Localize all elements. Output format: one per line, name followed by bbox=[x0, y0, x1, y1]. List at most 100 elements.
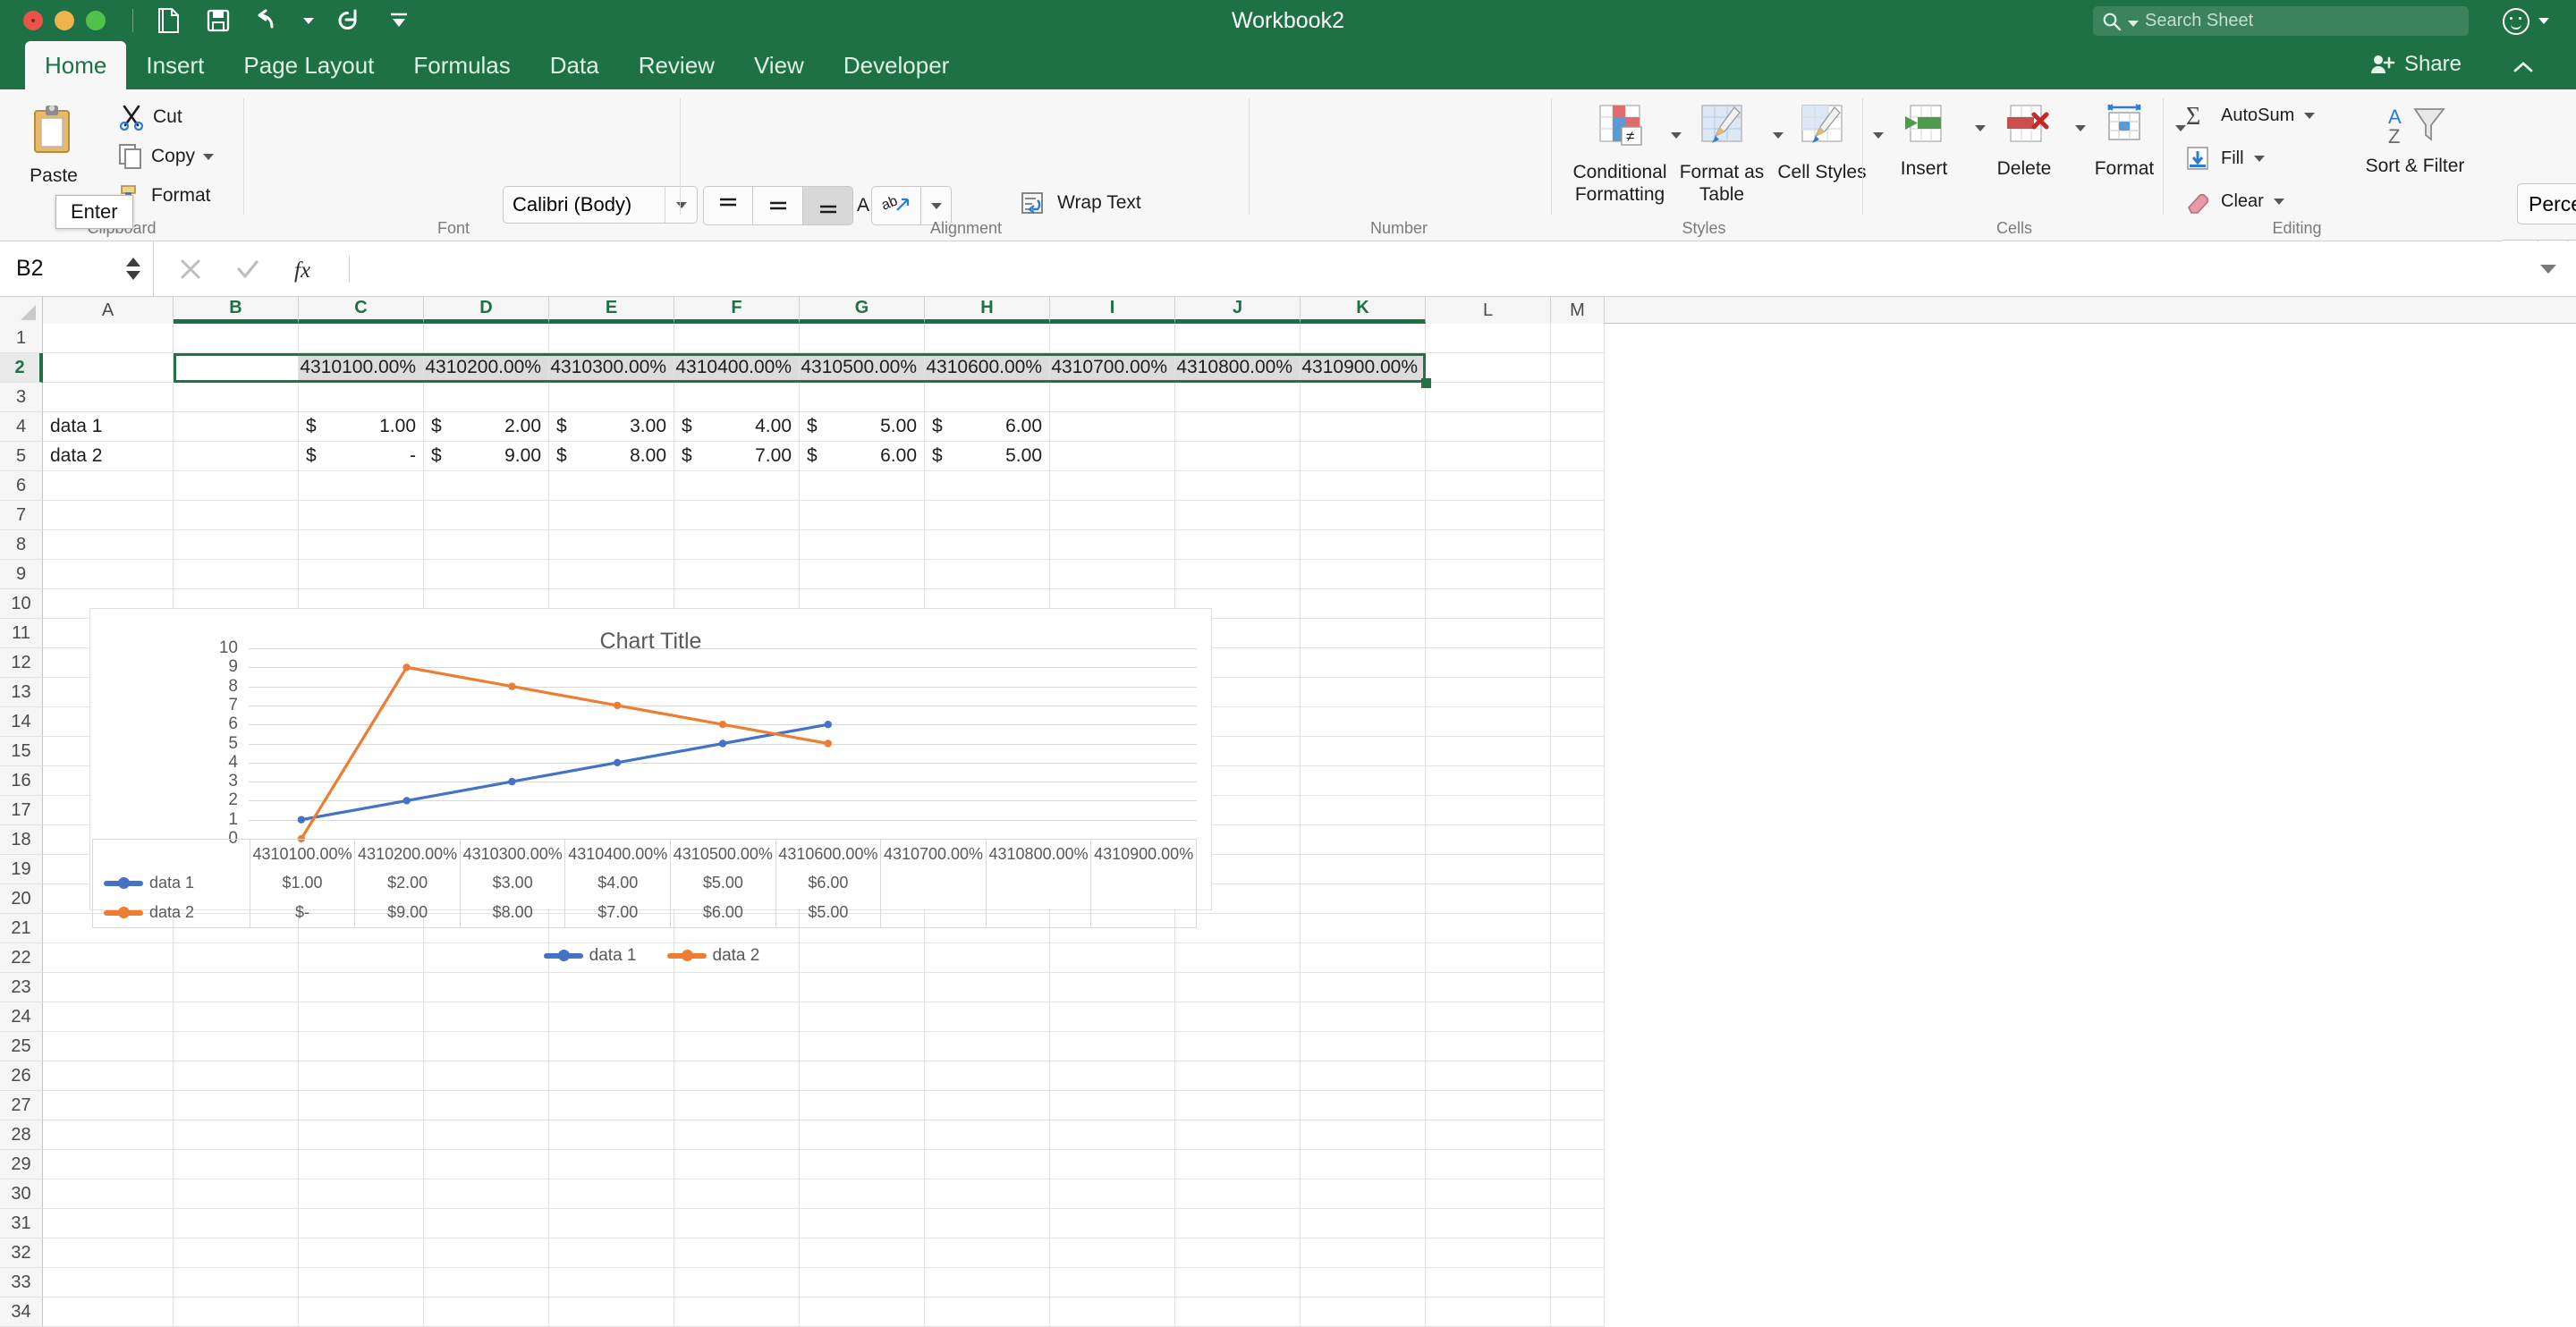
cell-K7[interactable] bbox=[1301, 501, 1426, 530]
cell-J29[interactable] bbox=[1175, 1150, 1301, 1179]
cell-M23[interactable] bbox=[1551, 973, 1605, 1002]
cell-I28[interactable] bbox=[1050, 1120, 1175, 1150]
clear-button[interactable]: Clear bbox=[2184, 188, 2284, 215]
cell-M26[interactable] bbox=[1551, 1061, 1605, 1091]
cell-G25[interactable] bbox=[800, 1032, 925, 1061]
customize-toolbar-icon[interactable] bbox=[384, 5, 414, 36]
cell-L16[interactable] bbox=[1426, 766, 1551, 796]
row-header-18[interactable]: 18 bbox=[0, 825, 43, 855]
cell-D27[interactable] bbox=[424, 1091, 549, 1120]
cell-B27[interactable] bbox=[174, 1091, 299, 1120]
cell-I7[interactable] bbox=[1050, 501, 1175, 530]
cell-K26[interactable] bbox=[1301, 1061, 1426, 1091]
cell-E2[interactable]: 4310300.00% bbox=[549, 353, 674, 383]
cell-B5[interactable] bbox=[174, 442, 299, 471]
cell-J8[interactable] bbox=[1175, 530, 1301, 560]
cell-J7[interactable] bbox=[1175, 501, 1301, 530]
tab-page-layout[interactable]: Page Layout bbox=[224, 41, 394, 89]
wrap-text-button[interactable]: Wrap Text bbox=[1020, 190, 1141, 216]
cell-K34[interactable] bbox=[1301, 1297, 1426, 1327]
cell-C25[interactable] bbox=[299, 1032, 424, 1061]
cell-L31[interactable] bbox=[1426, 1209, 1551, 1238]
row-header-7[interactable]: 7 bbox=[0, 501, 43, 530]
cell-M9[interactable] bbox=[1551, 560, 1605, 589]
cell-H1[interactable] bbox=[925, 324, 1050, 353]
cell-G8[interactable] bbox=[800, 530, 925, 560]
cell-H8[interactable] bbox=[925, 530, 1050, 560]
cell-H29[interactable] bbox=[925, 1150, 1050, 1179]
cell-I23[interactable] bbox=[1050, 973, 1175, 1002]
format-cells-button[interactable]: Format bbox=[2072, 102, 2186, 180]
cell-E26[interactable] bbox=[549, 1061, 674, 1091]
close-button[interactable] bbox=[23, 11, 43, 30]
cell-E33[interactable] bbox=[549, 1268, 674, 1297]
cell-F2[interactable]: 4310400.00% bbox=[674, 353, 800, 383]
cell-K11[interactable] bbox=[1301, 619, 1426, 648]
cell-C34[interactable] bbox=[299, 1297, 424, 1327]
cell-M16[interactable] bbox=[1551, 766, 1605, 796]
cell-I9[interactable] bbox=[1050, 560, 1175, 589]
cell-H24[interactable] bbox=[925, 1002, 1050, 1032]
cell-D24[interactable] bbox=[424, 1002, 549, 1032]
cell-L12[interactable] bbox=[1426, 648, 1551, 678]
cell-K29[interactable] bbox=[1301, 1150, 1426, 1179]
row-header-1[interactable]: 1 bbox=[0, 324, 43, 353]
cell-I30[interactable] bbox=[1050, 1179, 1175, 1209]
fill-dropdown-icon[interactable] bbox=[2253, 155, 2265, 162]
cell-C27[interactable] bbox=[299, 1091, 424, 1120]
cell-D1[interactable] bbox=[424, 324, 549, 353]
cell-F29[interactable] bbox=[674, 1150, 800, 1179]
row-header-28[interactable]: 28 bbox=[0, 1120, 43, 1150]
cell-L28[interactable] bbox=[1426, 1120, 1551, 1150]
cell-B24[interactable] bbox=[174, 1002, 299, 1032]
cell-D9[interactable] bbox=[424, 560, 549, 589]
cell-I26[interactable] bbox=[1050, 1061, 1175, 1091]
cell-G33[interactable] bbox=[800, 1268, 925, 1297]
cell-B6[interactable] bbox=[174, 471, 299, 501]
cell-L32[interactable] bbox=[1426, 1238, 1551, 1268]
cell-K33[interactable] bbox=[1301, 1268, 1426, 1297]
cell-K13[interactable] bbox=[1301, 678, 1426, 707]
cell-I5[interactable] bbox=[1050, 442, 1175, 471]
cell-J33[interactable] bbox=[1175, 1268, 1301, 1297]
cell-G4[interactable]: $5.00 bbox=[800, 412, 925, 442]
cell-K21[interactable] bbox=[1301, 914, 1426, 943]
row-header-29[interactable]: 29 bbox=[0, 1150, 43, 1179]
cell-B2[interactable] bbox=[174, 353, 299, 383]
redo-icon[interactable] bbox=[334, 5, 364, 36]
cell-C7[interactable] bbox=[299, 501, 424, 530]
cell-L21[interactable] bbox=[1426, 914, 1551, 943]
new-sheet-icon[interactable] bbox=[153, 5, 183, 36]
cell-F4[interactable]: $4.00 bbox=[674, 412, 800, 442]
cell-M33[interactable] bbox=[1551, 1268, 1605, 1297]
format-as-table-button[interactable]: Format as Table bbox=[1669, 102, 1784, 206]
cell-B8[interactable] bbox=[174, 530, 299, 560]
cell-I27[interactable] bbox=[1050, 1091, 1175, 1120]
cell-B29[interactable] bbox=[174, 1150, 299, 1179]
cell-H27[interactable] bbox=[925, 1091, 1050, 1120]
column-header-K[interactable]: K bbox=[1301, 297, 1426, 324]
cell-A34[interactable] bbox=[43, 1297, 174, 1327]
cell-K3[interactable] bbox=[1301, 383, 1426, 412]
cell-M4[interactable] bbox=[1551, 412, 1605, 442]
cell-M12[interactable] bbox=[1551, 648, 1605, 678]
cell-L24[interactable] bbox=[1426, 1002, 1551, 1032]
cell-L34[interactable] bbox=[1426, 1297, 1551, 1327]
row-header-13[interactable]: 13 bbox=[0, 678, 43, 707]
cell-F6[interactable] bbox=[674, 471, 800, 501]
cell-D8[interactable] bbox=[424, 530, 549, 560]
cell-L30[interactable] bbox=[1426, 1179, 1551, 1209]
cell-J4[interactable] bbox=[1175, 412, 1301, 442]
cell-M29[interactable] bbox=[1551, 1150, 1605, 1179]
cell-A3[interactable] bbox=[43, 383, 174, 412]
cell-K8[interactable] bbox=[1301, 530, 1426, 560]
confirm-formula-icon[interactable] bbox=[234, 256, 261, 283]
cell-H30[interactable] bbox=[925, 1179, 1050, 1209]
cell-K22[interactable] bbox=[1301, 943, 1426, 973]
cell-A1[interactable] bbox=[43, 324, 174, 353]
cell-C26[interactable] bbox=[299, 1061, 424, 1091]
cell-F25[interactable] bbox=[674, 1032, 800, 1061]
cell-H4[interactable]: $6.00 bbox=[925, 412, 1050, 442]
cell-D23[interactable] bbox=[424, 973, 549, 1002]
cell-A24[interactable] bbox=[43, 1002, 174, 1032]
